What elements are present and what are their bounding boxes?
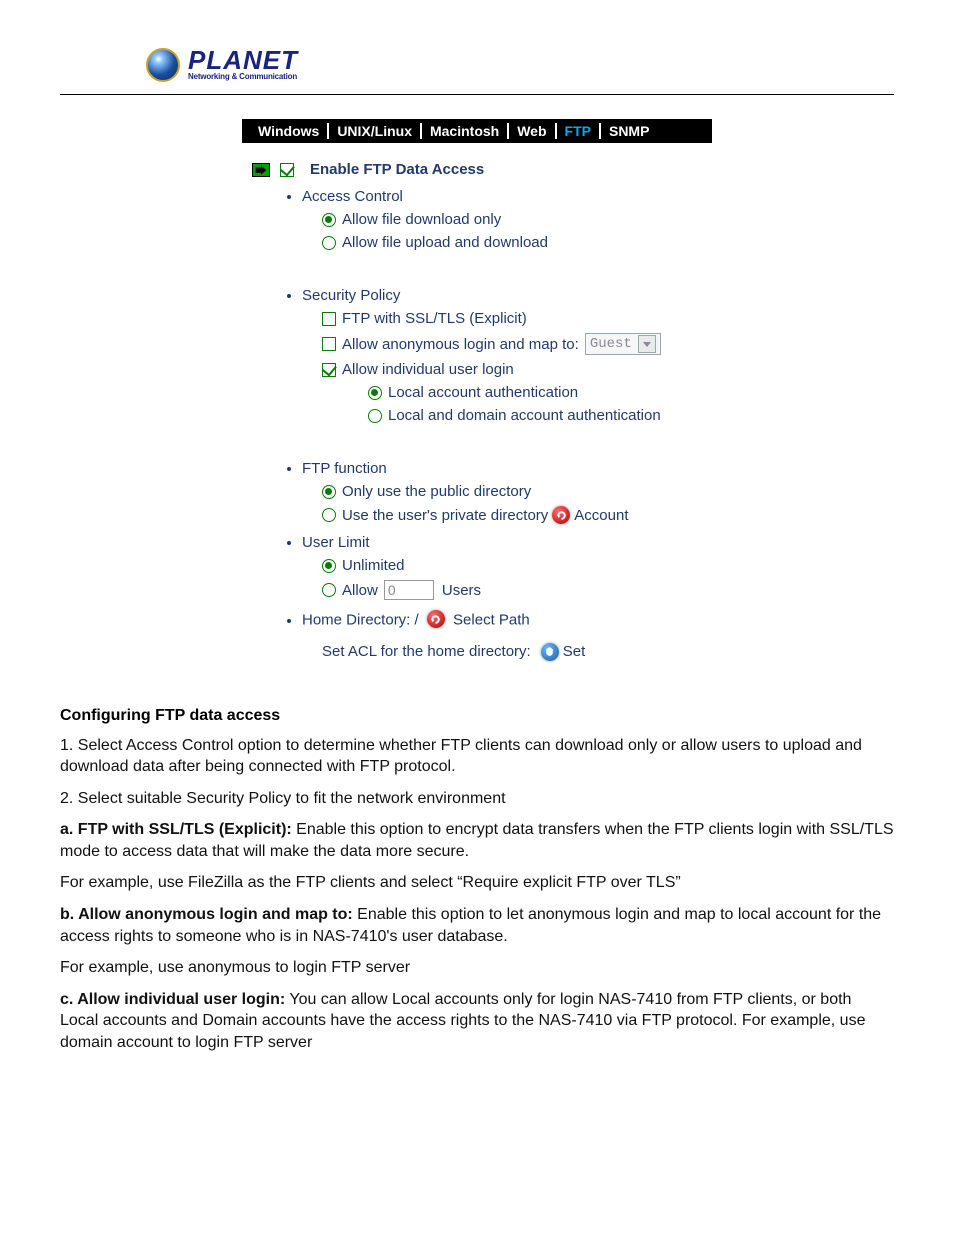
radio-local-domain-auth[interactable] — [368, 409, 382, 423]
logo-tagline: Networking & Communication — [188, 72, 298, 81]
tab-snmp[interactable]: SNMP — [601, 123, 657, 139]
enable-ftp-checkbox[interactable] — [280, 163, 294, 177]
account-link-label[interactable]: Account — [574, 507, 628, 524]
set-acl-label[interactable]: Set — [563, 643, 586, 660]
protocol-tab-bar: Windows UNIX/Linux Macintosh Web FTP SNM… — [242, 119, 712, 143]
doc-item-c: c. Allow individual user login: You can … — [60, 989, 894, 1054]
anonymous-map-select[interactable]: Guest — [585, 333, 661, 355]
doc-item-b-example: For example, use anonymous to login FTP … — [60, 957, 894, 979]
account-link-icon[interactable] — [552, 506, 570, 524]
label-download-only: Allow file download only — [342, 211, 501, 228]
user-limit-section: User Limit Unlimited Allow Users — [302, 534, 702, 600]
label-allow-suffix: Users — [442, 582, 481, 599]
label-allow-prefix: Allow — [342, 582, 378, 599]
tab-web[interactable]: Web — [509, 123, 554, 139]
doc-step-1: 1. Select Access Control option to deter… — [60, 735, 894, 778]
checkbox-ssl[interactable] — [322, 312, 336, 326]
enable-ftp-label: Enable FTP Data Access — [310, 161, 484, 178]
ftp-function-title: FTP function — [302, 460, 387, 477]
doc-item-a-bold: a. FTP with SSL/TLS (Explicit): — [60, 821, 292, 838]
logo-block: PLANET Networking & Communication — [146, 48, 894, 82]
tab-unix[interactable]: UNIX/Linux — [329, 123, 420, 139]
set-acl-icon[interactable] — [541, 643, 559, 661]
radio-upload-download[interactable] — [322, 236, 336, 250]
doc-heading: Configuring FTP data access — [60, 707, 894, 725]
ftp-settings-panel: Windows UNIX/Linux Macintosh Web FTP SNM… — [242, 119, 712, 685]
access-control-title: Access Control — [302, 188, 403, 205]
radio-local-auth[interactable] — [368, 386, 382, 400]
security-policy-section: Security Policy FTP with SSL/TLS (Explic… — [302, 287, 702, 424]
enable-ftp-row: Enable FTP Data Access — [252, 161, 702, 178]
doc-item-b-bold: b. Allow anonymous login and map to: — [60, 906, 353, 923]
label-anonymous: Allow anonymous login and map to: — [342, 336, 579, 353]
access-control-section: Access Control Allow file download only … — [302, 188, 702, 251]
logo-name: PLANET — [188, 49, 298, 72]
doc-step-2: 2. Select suitable Security Policy to fi… — [60, 788, 894, 810]
radio-public-dir[interactable] — [322, 485, 336, 499]
settings-list: Access Control Allow file download only … — [252, 188, 702, 661]
arrow-right-icon — [252, 163, 270, 177]
security-policy-title: Security Policy — [302, 287, 400, 304]
globe-icon — [146, 48, 180, 82]
tab-mac[interactable]: Macintosh — [422, 123, 507, 139]
radio-unlimited[interactable] — [322, 559, 336, 573]
panel-body: Enable FTP Data Access Access Control Al… — [242, 143, 712, 685]
ftp-function-section: FTP function Only use the public directo… — [302, 460, 702, 524]
documentation-text: Configuring FTP data access 1. Select Ac… — [60, 707, 894, 1054]
tab-windows[interactable]: Windows — [250, 123, 327, 139]
doc-item-a: a. FTP with SSL/TLS (Explicit): Enable t… — [60, 819, 894, 862]
label-ssl: FTP with SSL/TLS (Explicit) — [342, 310, 527, 327]
label-local-auth: Local account authentication — [388, 384, 578, 401]
select-path-icon[interactable] — [427, 610, 445, 628]
label-individual-login: Allow individual user login — [342, 361, 514, 378]
radio-allow-users[interactable] — [322, 583, 336, 597]
label-local-domain-auth: Local and domain account authentication — [388, 407, 661, 424]
radio-download-only[interactable] — [322, 213, 336, 227]
user-limit-title: User Limit — [302, 534, 370, 551]
checkbox-individual-login[interactable] — [322, 363, 336, 377]
label-unlimited: Unlimited — [342, 557, 405, 574]
acl-label: Set ACL for the home directory: — [322, 643, 531, 660]
doc-item-c-bold: c. Allow individual user login: — [60, 991, 285, 1008]
label-upload-download: Allow file upload and download — [342, 234, 548, 251]
logo-text-group: PLANET Networking & Communication — [188, 49, 298, 81]
select-path-label[interactable]: Select Path — [453, 612, 530, 629]
user-count-input[interactable] — [384, 580, 434, 600]
page-container: PLANET Networking & Communication Window… — [0, 0, 954, 1235]
home-directory-label: Home Directory: / — [302, 612, 419, 629]
home-directory-section: Home Directory: / Select Path Set ACL fo… — [302, 610, 702, 661]
anonymous-map-value: Guest — [590, 336, 632, 352]
checkbox-anonymous[interactable] — [322, 337, 336, 351]
tab-ftp[interactable]: FTP — [557, 123, 599, 139]
doc-item-b: b. Allow anonymous login and map to: Ena… — [60, 904, 894, 947]
radio-private-dir[interactable] — [322, 508, 336, 522]
doc-item-a-example: For example, use FileZilla as the FTP cl… — [60, 872, 894, 894]
label-public-dir: Only use the public directory — [342, 483, 531, 500]
header-divider — [60, 94, 894, 95]
label-private-dir: Use the user's private directory — [342, 507, 548, 524]
chevron-down-icon — [638, 335, 656, 353]
